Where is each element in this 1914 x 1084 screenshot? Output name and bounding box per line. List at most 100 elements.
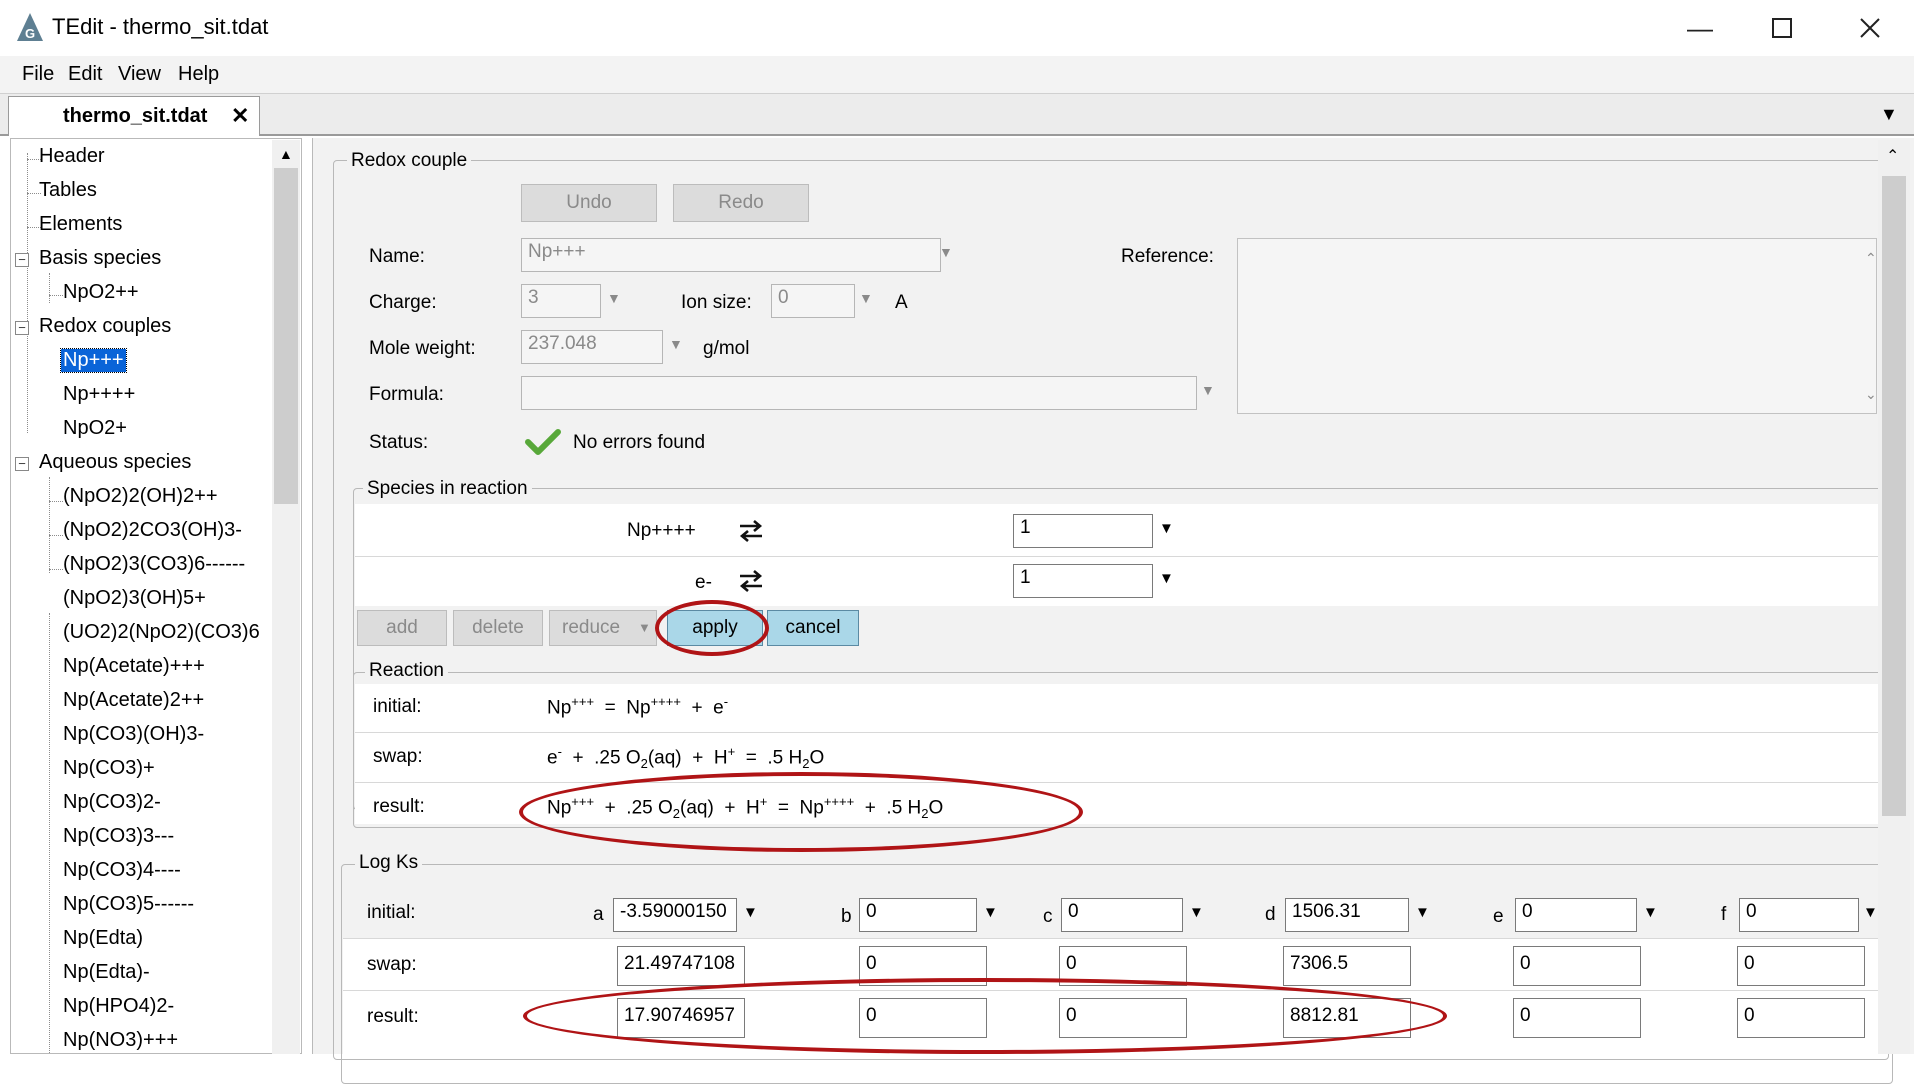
tree-item-npo2p[interactable]: NpO2+: [63, 417, 127, 440]
cancel-button[interactable]: cancel: [767, 610, 859, 646]
logk-initial-f-dropdown-icon[interactable]: ▼: [1863, 904, 1878, 921]
reference-scroll-up-icon[interactable]: ⌃: [1865, 250, 1877, 267]
mole-weight-unit: g/mol: [703, 338, 750, 359]
reaction-initial-equation: Np+++ = Np++++ + e-: [547, 694, 729, 719]
logk-initial-a[interactable]: -3.59000150: [613, 898, 737, 932]
status-value: No errors found: [573, 432, 706, 453]
name-dropdown-icon[interactable]: ▼: [939, 244, 953, 260]
species-coef-field[interactable]: 1: [1013, 564, 1153, 598]
tree-item-aqueous[interactable]: (NpO2)3(CO3)6------: [63, 553, 245, 576]
tree-item-aqueous[interactable]: Np(Acetate)2++: [63, 689, 204, 712]
minimize-icon: —: [1687, 12, 1713, 43]
tree-item-aqueous-species[interactable]: Aqueous species: [39, 451, 191, 474]
reaction-result-label: result:: [373, 796, 425, 817]
tree-item-npo2pp[interactable]: NpO2++: [63, 281, 139, 304]
logk-initial-a-dropdown-icon[interactable]: ▼: [743, 904, 758, 921]
tree-item-aqueous[interactable]: (NpO2)3(OH)5+: [63, 587, 206, 610]
formula-field[interactable]: [521, 376, 1197, 410]
menu-help[interactable]: Help: [178, 63, 219, 86]
result-logks-annotation-ellipse: [523, 978, 1447, 1054]
tab-close-icon[interactable]: ✕: [231, 103, 249, 129]
tab-thermo-sit[interactable]: thermo_sit.tdat ✕: [8, 96, 260, 136]
reduce-button[interactable]: reduce ▼: [549, 610, 657, 646]
tree-item-aqueous[interactable]: Np(NO3)+++: [63, 1029, 178, 1052]
logk-swap-e[interactable]: 0: [1513, 946, 1641, 986]
species-coef-dropdown-icon[interactable]: ▼: [1159, 520, 1174, 537]
mole-weight-field[interactable]: 237.048: [521, 330, 663, 364]
collapse-redox-icon[interactable]: −: [15, 321, 29, 335]
delete-button[interactable]: delete: [453, 610, 543, 646]
logk-initial-d-dropdown-icon[interactable]: ▼: [1415, 904, 1430, 921]
logk-initial-c-dropdown-icon[interactable]: ▼: [1189, 904, 1204, 921]
ion-size-dropdown-icon[interactable]: ▼: [859, 290, 873, 306]
logk-initial-c[interactable]: 0: [1061, 898, 1183, 932]
collapse-basis-icon[interactable]: −: [15, 253, 29, 267]
species-coef-dropdown-icon[interactable]: ▼: [1159, 570, 1174, 587]
result-reaction-annotation-ellipse: [519, 772, 1083, 852]
tree-item-aqueous[interactable]: Np(CO3)2-: [63, 791, 161, 814]
formula-dropdown-icon[interactable]: ▼: [1201, 382, 1215, 398]
logk-swap-f[interactable]: 0: [1737, 946, 1865, 986]
tree-item-aqueous[interactable]: Np(CO3)(OH)3-: [63, 723, 204, 746]
logk-initial-f[interactable]: 0: [1739, 898, 1859, 932]
menu-view[interactable]: View: [118, 63, 161, 86]
swap-icon[interactable]: [737, 518, 765, 544]
logk-initial-b-dropdown-icon[interactable]: ▼: [983, 904, 998, 921]
ion-size-field[interactable]: 0: [771, 284, 855, 318]
tab-list-dropdown-icon[interactable]: ▼: [1880, 104, 1898, 125]
tree-item-np3-selected[interactable]: Np+++: [60, 348, 127, 373]
tree-item-aqueous[interactable]: Np(CO3)4----: [63, 859, 181, 882]
tree-item-np4[interactable]: Np++++: [63, 383, 135, 406]
species-coef-field[interactable]: 1: [1013, 514, 1153, 548]
tree-item-aqueous[interactable]: Np(Edta): [63, 927, 143, 950]
logk-swap-a[interactable]: 21.49747108: [617, 946, 745, 986]
name-field[interactable]: Np+++: [521, 238, 941, 272]
tree-item-aqueous[interactable]: (NpO2)2(OH)2++: [63, 485, 218, 508]
logk-swap-d[interactable]: 7306.5: [1283, 946, 1411, 986]
logk-result-f[interactable]: 0: [1737, 998, 1865, 1038]
tree-item-tables[interactable]: Tables: [39, 179, 97, 202]
tree-item-aqueous[interactable]: Np(CO3)5------: [63, 893, 194, 916]
reference-textarea[interactable]: [1237, 238, 1877, 414]
species-legend: Species in reaction: [363, 478, 532, 500]
add-button[interactable]: add: [357, 610, 447, 646]
logk-initial-e[interactable]: 0: [1515, 898, 1637, 932]
reference-scroll-down-icon[interactable]: ⌄: [1865, 386, 1877, 403]
tree-item-redox-couples[interactable]: Redox couples: [39, 315, 171, 338]
logk-initial-d[interactable]: 1506.31: [1285, 898, 1409, 932]
tree-item-elements[interactable]: Elements: [39, 213, 122, 236]
minimize-button[interactable]: —: [1660, 0, 1740, 56]
redo-button[interactable]: Redo: [673, 184, 809, 222]
tree-item-aqueous[interactable]: Np(HPO4)2-: [63, 995, 174, 1018]
tree-item-aqueous[interactable]: Np(Edta)-: [63, 961, 150, 984]
editor-scroll-up-icon[interactable]: ⌃: [1886, 146, 1899, 166]
tree-item-aqueous[interactable]: (NpO2)2CO3(OH)3-: [63, 519, 242, 542]
mole-weight-dropdown-icon[interactable]: ▼: [669, 336, 683, 352]
reduce-dropdown-icon[interactable]: ▼: [638, 611, 651, 645]
species-name: Np++++: [627, 520, 696, 541]
app-logo-icon: G: [17, 13, 43, 41]
collapse-aqueous-icon[interactable]: −: [15, 457, 29, 471]
menu-edit[interactable]: Edit: [68, 63, 102, 86]
tree-item-aqueous[interactable]: Np(CO3)3---: [63, 825, 174, 848]
tree-item-header[interactable]: Header: [39, 145, 105, 168]
charge-field[interactable]: 3: [521, 284, 601, 318]
maximize-button[interactable]: [1742, 0, 1822, 56]
editor-scrollbar-thumb[interactable]: [1882, 176, 1906, 816]
logk-initial-b[interactable]: 0: [859, 898, 977, 932]
logk-initial-e-dropdown-icon[interactable]: ▼: [1643, 904, 1658, 921]
charge-dropdown-icon[interactable]: ▼: [607, 290, 621, 306]
undo-button[interactable]: Undo: [521, 184, 657, 222]
close-window-button[interactable]: [1830, 0, 1910, 56]
tab-strip: [0, 94, 1914, 136]
tree-scroll-up-icon[interactable]: ▲: [279, 146, 293, 162]
tree-item-aqueous[interactable]: Np(Acetate)+++: [63, 655, 205, 678]
tree-item-aqueous[interactable]: (UO2)2(NpO2)(CO3)6: [63, 621, 260, 644]
tree-item-basis-species[interactable]: Basis species: [39, 247, 161, 270]
tree-scrollbar-thumb[interactable]: [274, 168, 298, 504]
logk-result-e[interactable]: 0: [1513, 998, 1641, 1038]
tree-item-aqueous[interactable]: Np(CO3)+: [63, 757, 155, 780]
reaction-legend: Reaction: [365, 660, 448, 682]
menu-file[interactable]: File: [22, 63, 54, 86]
swap-icon[interactable]: [737, 568, 765, 594]
